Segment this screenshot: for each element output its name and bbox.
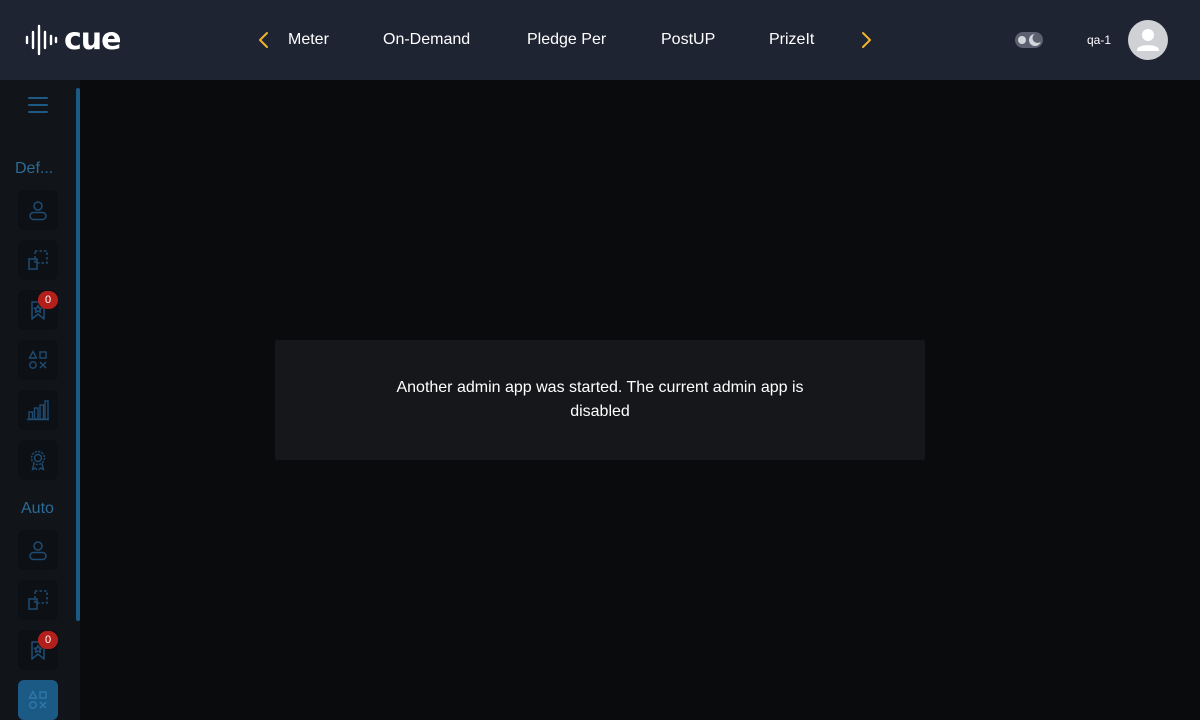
logo-text: cue — [64, 22, 121, 57]
nav-next-button[interactable] — [854, 28, 878, 52]
award-icon — [30, 450, 46, 471]
username: qa-1 — [1087, 33, 1112, 47]
moon-toggle-icon — [1015, 32, 1043, 48]
tab-postup[interactable]: PostUP — [661, 30, 715, 50]
sidebar-item-shapes[interactable] — [18, 340, 58, 380]
theme-toggle[interactable] — [1014, 30, 1044, 50]
sidebar-scrollbar[interactable] — [76, 88, 80, 621]
notification-badge: 0 — [38, 631, 58, 649]
bar-chart-icon — [27, 400, 49, 421]
avatar[interactable] — [1128, 20, 1168, 60]
sidebar-section-label: Def... — [15, 160, 54, 177]
sidebar-item-layouts[interactable] — [18, 240, 58, 280]
user-icon — [29, 541, 47, 561]
cue-logo[interactable]: cue — [24, 22, 121, 58]
chevron-right-icon — [862, 32, 871, 48]
sidebar-item-shapes[interactable] — [18, 680, 58, 720]
disabled-notice-dialog: Another admin app was started. The curre… — [275, 340, 925, 460]
user-icon — [29, 201, 47, 221]
shapes-icon — [28, 690, 47, 709]
tab-pledge-per[interactable]: Pledge Per — [527, 30, 606, 50]
tab-on-demand[interactable]: On-Demand — [383, 30, 470, 50]
sidebar-item-users[interactable] — [18, 190, 58, 230]
tab-meter[interactable]: Meter — [288, 30, 329, 50]
sidebar-item-awards[interactable] — [18, 440, 58, 480]
sidebar-section-label: Auto — [21, 500, 54, 517]
sidebar-item-layouts[interactable] — [18, 580, 58, 620]
shapes-icon — [28, 350, 47, 369]
layers-icon — [28, 250, 48, 270]
tab-prizeit[interactable]: PrizeIt — [769, 30, 814, 50]
layers-icon — [28, 590, 48, 610]
top-bar: cue Meter On-Demand Pledge Per PostUP Pr… — [0, 0, 1200, 80]
notification-badge: 0 — [38, 291, 58, 309]
nav-prev-button[interactable] — [252, 28, 276, 52]
hamburger-icon — [28, 97, 48, 113]
user-avatar-icon — [1137, 29, 1159, 51]
dialog-message: Another admin app was started. The curre… — [396, 379, 804, 420]
sidebar-item-users[interactable] — [18, 530, 58, 570]
soundwave-icon — [25, 24, 58, 56]
menu-toggle-button[interactable] — [28, 96, 48, 114]
chevron-left-icon — [259, 32, 268, 48]
sidebar-item-charts[interactable] — [18, 390, 58, 430]
